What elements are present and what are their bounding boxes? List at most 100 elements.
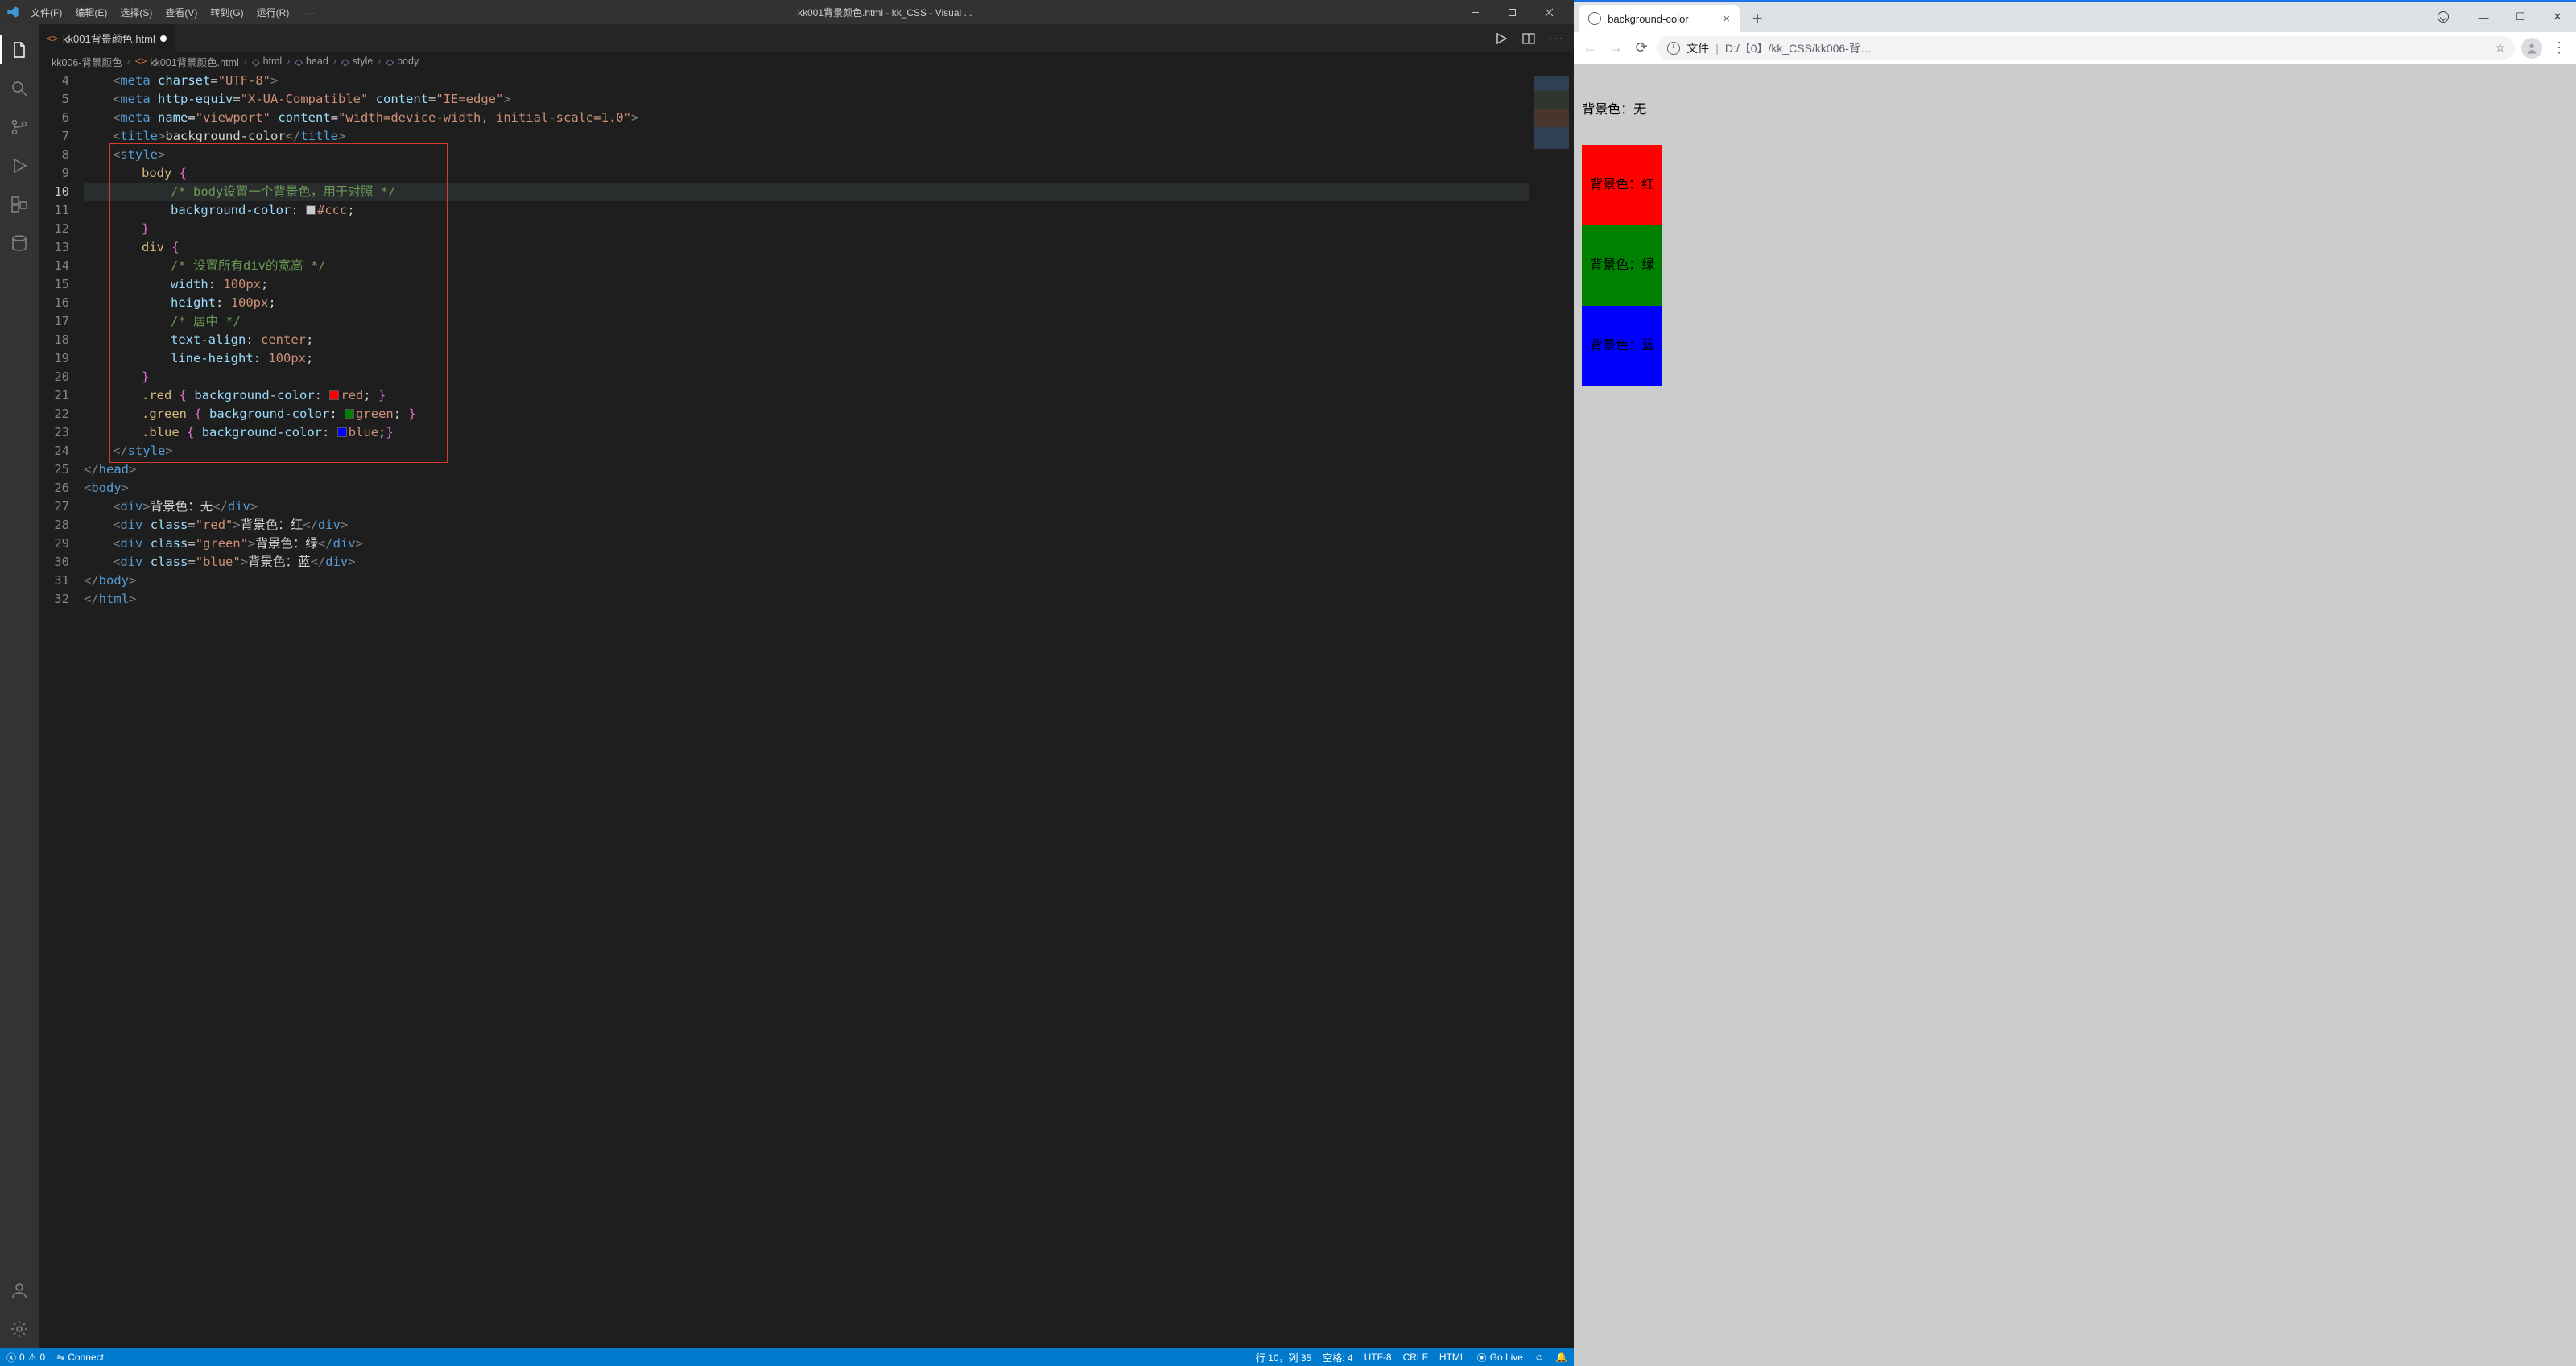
status-language[interactable]: HTML [1439, 1352, 1466, 1363]
editor-tab-active[interactable]: <> kk001背景颜色.html [39, 24, 175, 52]
menu-goto[interactable]: 转到(G) [205, 4, 248, 21]
status-ln-col[interactable]: 行 10，列 35 [1256, 1351, 1311, 1364]
minimap[interactable] [1529, 70, 1574, 1348]
breadcrumb-style[interactable]: style [353, 56, 374, 67]
status-error-count: 0 [19, 1352, 25, 1363]
status-golive[interactable]: ⦿ Go Live [1477, 1351, 1523, 1364]
breadcrumb[interactable]: kk006-背景颜色› <> kk001背景颜色.html› ◇ html› ◇… [39, 52, 1574, 70]
menu-overflow[interactable]: … [300, 4, 320, 21]
remote-icon: ⇋ [56, 1352, 64, 1363]
breadcrumb-head[interactable]: head [306, 56, 328, 67]
nav-forward-button[interactable]: → [1606, 39, 1625, 56]
tab-close-button[interactable]: × [1723, 12, 1730, 26]
site-info-icon[interactable] [1667, 42, 1680, 55]
browser-tabstrip: background-color × + — ☐ ✕ [1574, 2, 2576, 32]
database-icon [10, 233, 29, 253]
new-tab-button[interactable]: + [1746, 7, 1769, 30]
activity-scm[interactable] [0, 108, 39, 147]
status-encoding[interactable]: UTF-8 [1364, 1352, 1392, 1363]
activity-bar [0, 24, 39, 1348]
browser-menu-button[interactable]: ⋮ [2549, 39, 2570, 56]
menu-edit[interactable]: 编辑(E) [70, 4, 112, 21]
window-close-button[interactable] [1530, 0, 1567, 24]
browser-minimize-button[interactable]: — [2465, 2, 2502, 32]
globe-icon [1588, 12, 1601, 25]
editor[interactable]: 4567891011121314151617181920212223242526… [39, 70, 1574, 1348]
bell-icon: 🔔 [1555, 1352, 1567, 1363]
status-spaces[interactable]: 空格: 4 [1323, 1351, 1352, 1364]
files-icon [10, 40, 29, 60]
addr-scheme-label: 文件 [1686, 40, 1709, 56]
menu-run[interactable]: 运行(R) [252, 4, 295, 21]
activity-explorer[interactable] [0, 31, 39, 69]
menu-bar: 文件(F) 编辑(E) 选择(S) 查看(V) 转到(G) 运行(R) … [26, 4, 320, 21]
window-title: kk001背景颜色.html - kk_CSS - Visual ... [320, 6, 1450, 19]
status-connect-label: Connect [68, 1352, 104, 1363]
code-content[interactable]: <meta charset="UTF-8"><meta http-equiv="… [84, 70, 1529, 1348]
box-blue: 背景色：蓝 [1582, 306, 1662, 386]
tab-search-icon[interactable] [2438, 11, 2449, 23]
browser-close-button[interactable]: ✕ [2539, 2, 2576, 32]
breadcrumb-body[interactable]: body [397, 56, 419, 67]
more-actions-icon[interactable]: ··· [1549, 32, 1564, 44]
user-icon [10, 1281, 29, 1300]
status-feedback[interactable]: ☺ [1534, 1352, 1544, 1363]
branch-icon [10, 118, 29, 137]
breadcrumb-html[interactable]: html [263, 56, 283, 67]
activity-account[interactable] [0, 1271, 39, 1310]
activity-search[interactable] [0, 69, 39, 108]
status-eol[interactable]: CRLF [1403, 1352, 1428, 1363]
extensions-icon [10, 195, 29, 214]
address-bar[interactable]: 文件 | D:/【0】/kk_CSS/kk006-背… ☆ [1657, 36, 2515, 60]
browser-maximize-button[interactable]: ☐ [2502, 2, 2539, 32]
minimap-thumb [1534, 76, 1569, 149]
window-maximize-button[interactable] [1493, 0, 1530, 24]
menu-view[interactable]: 查看(V) [160, 4, 202, 21]
warning-icon: ⚠ [28, 1352, 37, 1363]
browser-tab-active[interactable]: background-color × [1579, 5, 1740, 32]
error-icon: ⓧ [6, 1351, 16, 1364]
rendered-page: 背景色：无 背景色：红 背景色：绿 背景色：蓝 [1574, 64, 2576, 1366]
broadcast-icon: ⦿ [1477, 1351, 1487, 1364]
symbol-icon: ◇ [341, 56, 349, 68]
nav-back-button[interactable]: ← [1580, 39, 1600, 56]
smiley-icon: ☺ [1534, 1352, 1544, 1363]
browser-tab-title: background-color [1608, 13, 1688, 25]
vscode-logo-icon [6, 6, 19, 19]
run-icon[interactable] [1494, 31, 1509, 46]
vscode-window: 文件(F) 编辑(E) 选择(S) 查看(V) 转到(G) 运行(R) … kk… [0, 0, 1574, 1366]
search-icon [10, 79, 29, 98]
browser-toolbar: ← → ⟳ 文件 | D:/【0】/kk_CSS/kk006-背… ☆ ⋮ [1574, 32, 2576, 64]
symbol-icon: ◇ [252, 56, 260, 68]
box-none: 背景色：无 [1582, 98, 2568, 118]
status-notifications[interactable]: 🔔 [1555, 1352, 1567, 1363]
dirty-indicator-icon [160, 35, 167, 42]
status-remote[interactable]: ⇋ Connect [56, 1352, 104, 1363]
menu-file[interactable]: 文件(F) [26, 4, 67, 21]
line-number-gutter: 4567891011121314151617181920212223242526… [39, 70, 84, 1348]
html-file-icon: <> [47, 33, 58, 44]
status-bar: ⓧ0 ⚠0 ⇋ Connect 行 10，列 35 空格: 4 UTF-8 CRL… [0, 1348, 1574, 1366]
html-file-icon: <> [135, 56, 147, 67]
nav-reload-button[interactable]: ⟳ [1632, 39, 1651, 56]
window-controls [1456, 0, 1567, 24]
activity-database[interactable] [0, 224, 39, 262]
breadcrumb-folder[interactable]: kk006-背景颜色 [52, 54, 122, 69]
play-bug-icon [10, 156, 29, 175]
box-red: 背景色：红 [1582, 145, 1662, 225]
window-minimize-button[interactable] [1456, 0, 1493, 24]
bookmark-star-icon[interactable]: ☆ [2495, 41, 2505, 55]
activity-extensions[interactable] [0, 185, 39, 224]
status-golive-label: Go Live [1490, 1352, 1523, 1363]
box-green: 背景色：绿 [1582, 225, 1662, 306]
split-editor-icon[interactable] [1521, 31, 1536, 46]
activity-settings[interactable] [0, 1310, 39, 1348]
status-problems[interactable]: ⓧ0 ⚠0 [6, 1351, 45, 1364]
profile-avatar-icon[interactable] [2521, 38, 2542, 59]
browser-window: background-color × + — ☐ ✕ ← → ⟳ 文件 | D:… [1574, 0, 2576, 1366]
editor-tabs: <> kk001背景颜色.html ··· [39, 24, 1574, 52]
activity-debug[interactable] [0, 147, 39, 185]
menu-select[interactable]: 选择(S) [115, 4, 157, 21]
breadcrumb-file[interactable]: kk001背景颜色.html [150, 54, 238, 69]
addr-path: D:/【0】/kk_CSS/kk006-背… [1725, 40, 1872, 56]
